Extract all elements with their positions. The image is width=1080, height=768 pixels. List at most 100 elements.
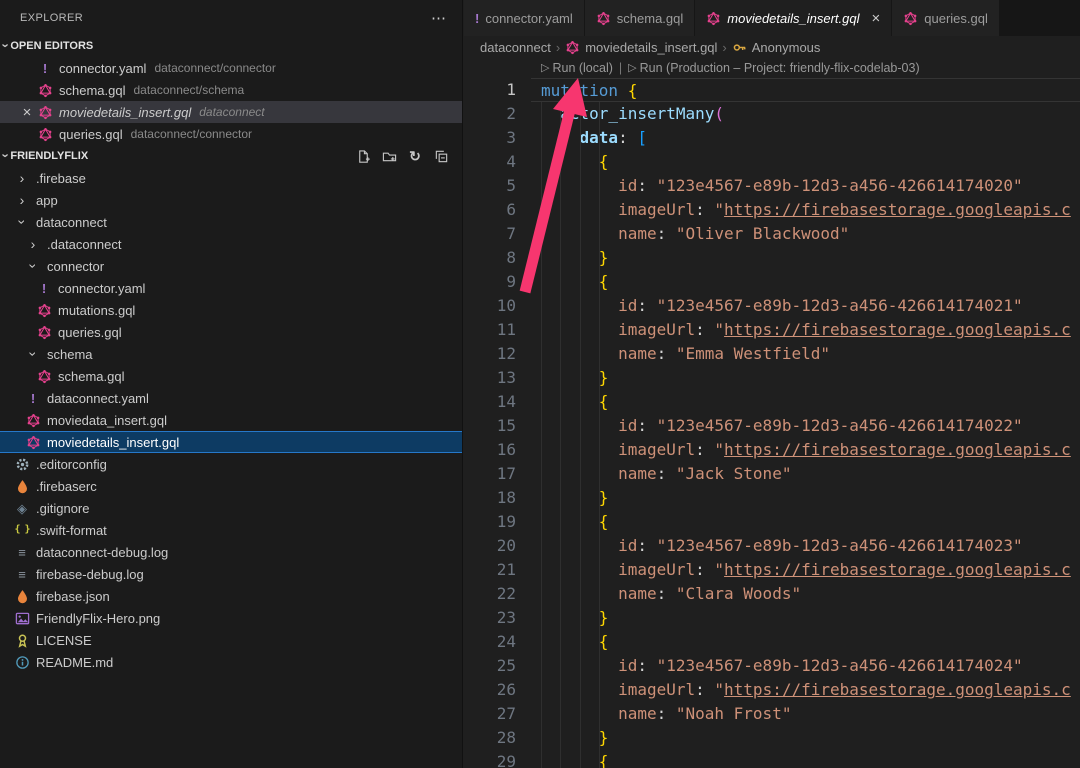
code-line-8[interactable]: 8 } (464, 246, 1080, 270)
open-editor-item[interactable]: queries.gqldataconnect/connector (0, 123, 462, 145)
open-editor-item[interactable]: !connector.yamldataconnect/connector (0, 57, 462, 79)
tree-folder-.firebase[interactable]: ›.firebase (0, 167, 462, 189)
code-line-26[interactable]: 26 imageUrl: "https://firebasestorage.go… (464, 678, 1080, 702)
editor-tab[interactable]: schema.gql (585, 0, 694, 36)
code-line-14[interactable]: 14 { (464, 390, 1080, 414)
code-line-1[interactable]: 1mutation { (464, 78, 1080, 102)
code-line-6[interactable]: 6 imageUrl: "https://firebasestorage.goo… (464, 198, 1080, 222)
tree-item-firebase-debug.log[interactable]: ≡ firebase-debug.log (0, 563, 462, 585)
new-folder-icon[interactable] (380, 147, 398, 165)
tree-item-moviedata_insert.gql[interactable]: moviedata_insert.gql (0, 409, 462, 431)
code-line-16[interactable]: 16 imageUrl: "https://firebasestorage.go… (464, 438, 1080, 462)
line-content: imageUrl: "https://firebasestorage.googl… (541, 318, 1080, 342)
tree-folder-schema[interactable]: ›schema (0, 343, 462, 365)
editor-tab[interactable]: queries.gql (892, 0, 999, 36)
close-icon[interactable]: × (18, 105, 36, 120)
code-line-20[interactable]: 20 id: "123e4567-e89b-12d3-a456-42661417… (464, 534, 1080, 558)
code-line-4[interactable]: 4 { (464, 150, 1080, 174)
tree-item-README.md[interactable]: README.md (0, 651, 462, 673)
code-editor[interactable]: ▷ Run (local) | ▷ Run (Production – Proj… (464, 58, 1080, 768)
breadcrumb-folder[interactable]: dataconnect (480, 40, 551, 55)
code-line-7[interactable]: 7 name: "Oliver Blackwood" (464, 222, 1080, 246)
open-editor-item[interactable]: schema.gqldataconnect/schema (0, 79, 462, 101)
code-line-5[interactable]: 5 id: "123e4567-e89b-12d3-a456-426614174… (464, 174, 1080, 198)
code-line-29[interactable]: 29 { (464, 750, 1080, 768)
code-line-15[interactable]: 15 id: "123e4567-e89b-12d3-a456-42661417… (464, 414, 1080, 438)
line-number: 28 (464, 726, 516, 750)
file-name: schema.gql (59, 83, 125, 98)
line-number: 3 (464, 126, 516, 150)
run-local-link[interactable]: ▷ Run (local) (541, 56, 613, 80)
graphql-icon (596, 11, 611, 26)
editor-tab[interactable]: !connector.yaml (464, 0, 584, 36)
code-line-28[interactable]: 28 } (464, 726, 1080, 750)
tree-item-label: FriendlyFlix-Hero.png (36, 611, 160, 626)
tree-item-schema.gql[interactable]: schema.gql (0, 365, 462, 387)
editor-tab[interactable]: moviedetails_insert.gql × (695, 0, 891, 36)
tree-item-.editorconfig[interactable]: .editorconfig (0, 453, 462, 475)
tree-item-.swift-format[interactable]: { }.swift-format (0, 519, 462, 541)
run-production-link[interactable]: ▷ Run (Production – Project: friendly-fl… (628, 56, 919, 80)
graphql-icon (36, 105, 54, 120)
more-actions-icon[interactable]: ⋯ (431, 9, 446, 27)
chevron-down-icon: › (24, 259, 42, 273)
open-editors-section-header[interactable]: › OPEN EDITORS (0, 35, 462, 57)
refresh-icon[interactable]: ↻ (406, 147, 424, 165)
line-content: { (541, 270, 1080, 294)
code-line-21[interactable]: 21 imageUrl: "https://firebasestorage.go… (464, 558, 1080, 582)
breadcrumb-symbol[interactable]: Anonymous (752, 40, 821, 55)
code-line-27[interactable]: 27 name: "Noah Frost" (464, 702, 1080, 726)
tree-folder-.dataconnect[interactable]: ›.dataconnect (0, 233, 462, 255)
tree-item-dataconnect-debug.log[interactable]: ≡dataconnect-debug.log (0, 541, 462, 563)
code-line-23[interactable]: 23 } (464, 606, 1080, 630)
log-icon: ≡ (13, 568, 31, 581)
tree-item-.firebaserc[interactable]: .firebaserc (0, 475, 462, 497)
line-content: } (541, 606, 1080, 630)
collapse-all-icon[interactable] (432, 147, 450, 165)
line-number: 10 (464, 294, 516, 318)
tree-folder-connector[interactable]: ›connector (0, 255, 462, 277)
code-line-12[interactable]: 12 name: "Emma Westfield" (464, 342, 1080, 366)
code-line-17[interactable]: 17 name: "Jack Stone" (464, 462, 1080, 486)
tree-item-queries.gql[interactable]: queries.gql (0, 321, 462, 343)
tree-item-moviedetails_insert.gql[interactable]: moviedetails_insert.gql (0, 431, 462, 453)
tree-item-LICENSE[interactable]: LICENSE (0, 629, 462, 651)
open-editor-item[interactable]: ×moviedetails_insert.gqldataconnect (0, 101, 462, 123)
close-icon[interactable]: × (872, 10, 881, 27)
tree-item-label: .firebaserc (36, 479, 97, 494)
tree-item-mutations.gql[interactable]: mutations.gql (0, 299, 462, 321)
codelens: ▷ Run (local) | ▷ Run (Production – Proj… (541, 58, 1080, 78)
braces-icon: { } (13, 525, 31, 535)
code-line-25[interactable]: 25 id: "123e4567-e89b-12d3-a456-42661417… (464, 654, 1080, 678)
code-line-3[interactable]: 3 data: [ (464, 126, 1080, 150)
line-content: imageUrl: "https://firebasestorage.googl… (541, 198, 1080, 222)
tree-item-dataconnect.yaml[interactable]: !dataconnect.yaml (0, 387, 462, 409)
code-line-9[interactable]: 9 { (464, 270, 1080, 294)
new-file-icon[interactable] (354, 147, 372, 165)
tree-item-firebase.json[interactable]: firebase.json (0, 585, 462, 607)
code-line-13[interactable]: 13 } (464, 366, 1080, 390)
code-line-11[interactable]: 11 imageUrl: "https://firebasestorage.go… (464, 318, 1080, 342)
tree-folder-dataconnect[interactable]: ›dataconnect (0, 211, 462, 233)
tree-item-label: .dataconnect (47, 237, 121, 252)
code-line-22[interactable]: 22 name: "Clara Woods" (464, 582, 1080, 606)
breadcrumb-file[interactable]: moviedetails_insert.gql (585, 40, 717, 55)
tree-folder-app[interactable]: ›app (0, 189, 462, 211)
tree-item-connector.yaml[interactable]: !connector.yaml (0, 277, 462, 299)
code-line-24[interactable]: 24 { (464, 630, 1080, 654)
firebase-icon (13, 589, 31, 604)
line-content: name: "Oliver Blackwood" (541, 222, 1080, 246)
line-content: imageUrl: "https://firebasestorage.googl… (541, 678, 1080, 702)
tree-item-FriendlyFlix-Hero.png[interactable]: FriendlyFlix-Hero.png (0, 607, 462, 629)
tree-item-.gitignore[interactable]: ◈.gitignore (0, 497, 462, 519)
code-line-10[interactable]: 10 id: "123e4567-e89b-12d3-a456-42661417… (464, 294, 1080, 318)
code-line-19[interactable]: 19 { (464, 510, 1080, 534)
code-line-2[interactable]: 2 actor_insertMany( (464, 102, 1080, 126)
run-icon: ▷ (628, 56, 636, 80)
project-section-header[interactable]: › FRIENDLYFLIX ↻ (0, 145, 462, 167)
code-line-18[interactable]: 18 } (464, 486, 1080, 510)
line-content: } (541, 486, 1080, 510)
tab-label: moviedetails_insert.gql (727, 11, 859, 26)
tree-item-label: firebase-debug.log (36, 567, 144, 582)
file-path: dataconnect/connector (131, 127, 252, 141)
